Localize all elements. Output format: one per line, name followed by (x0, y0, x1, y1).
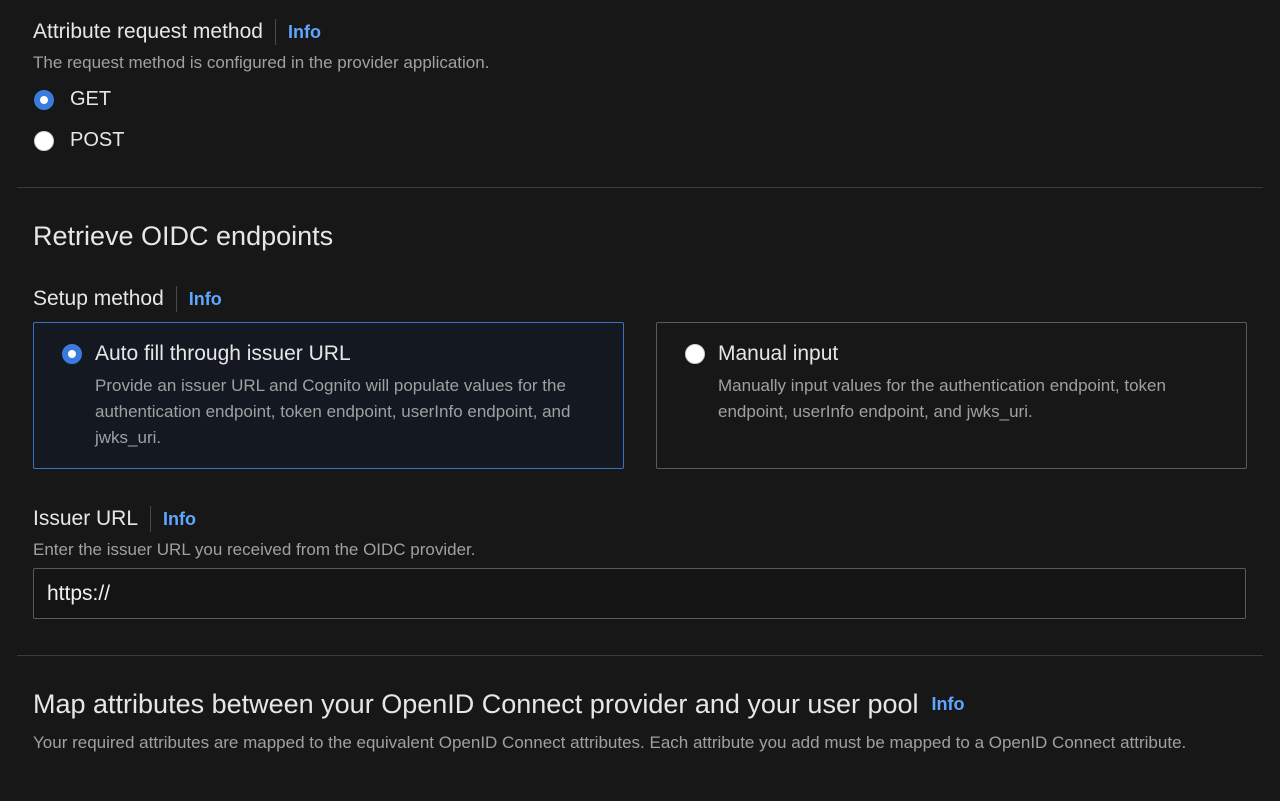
map-attributes-title: Map attributes between your OpenID Conne… (33, 688, 919, 719)
attribute-request-method-description: The request method is configured in the … (33, 53, 490, 72)
radio-get[interactable] (34, 89, 54, 110)
issuer-url-input[interactable] (33, 568, 1246, 619)
issuer-url-info-link[interactable]: Info (163, 509, 196, 530)
setup-method-label: Setup method (33, 287, 164, 310)
map-attributes-info-link[interactable]: Info (932, 694, 965, 715)
radio-post-label: POST (70, 129, 125, 151)
issuer-url-description: Enter the issuer URL you received from t… (33, 540, 476, 559)
map-attributes-description: Your required attributes are mapped to t… (33, 733, 1187, 752)
auto-fill-description: Provide an issuer URL and Cognito will p… (95, 376, 571, 447)
page: Attribute request method Info The reques… (0, 0, 1280, 801)
manual-input-title: Manual input (718, 342, 839, 365)
label-separator (150, 506, 152, 532)
section-divider (17, 187, 1263, 188)
radio-manual-input[interactable] (685, 344, 705, 364)
section-divider (17, 655, 1263, 656)
radio-option-post[interactable]: POST (34, 129, 124, 152)
setup-method-header: Setup method Info (33, 286, 222, 312)
map-attributes-header: Map attributes between your OpenID Conne… (33, 688, 965, 720)
setup-card-auto-fill[interactable]: Auto fill through issuer URL Provide an … (33, 322, 624, 469)
manual-input-description: Manually input values for the authentica… (718, 376, 1166, 421)
attribute-request-method-info-link[interactable]: Info (288, 22, 321, 43)
setup-method-info-link[interactable]: Info (189, 289, 222, 310)
radio-auto-fill[interactable] (62, 344, 82, 364)
setup-card-manual-input[interactable]: Manual input Manually input values for t… (656, 322, 1247, 469)
radio-get-label: GET (70, 88, 112, 110)
label-separator (274, 19, 276, 45)
issuer-url-header: Issuer URL Info (33, 506, 196, 532)
attribute-request-method-header: Attribute request method Info (33, 19, 321, 45)
attribute-request-method-label: Attribute request method (33, 20, 263, 43)
issuer-url-label: Issuer URL (33, 507, 139, 530)
radio-option-get[interactable]: GET (34, 88, 111, 111)
retrieve-oidc-title: Retrieve OIDC endpoints (33, 221, 334, 251)
auto-fill-title: Auto fill through issuer URL (95, 342, 351, 365)
label-separator (175, 286, 177, 312)
radio-post[interactable] (34, 130, 54, 151)
